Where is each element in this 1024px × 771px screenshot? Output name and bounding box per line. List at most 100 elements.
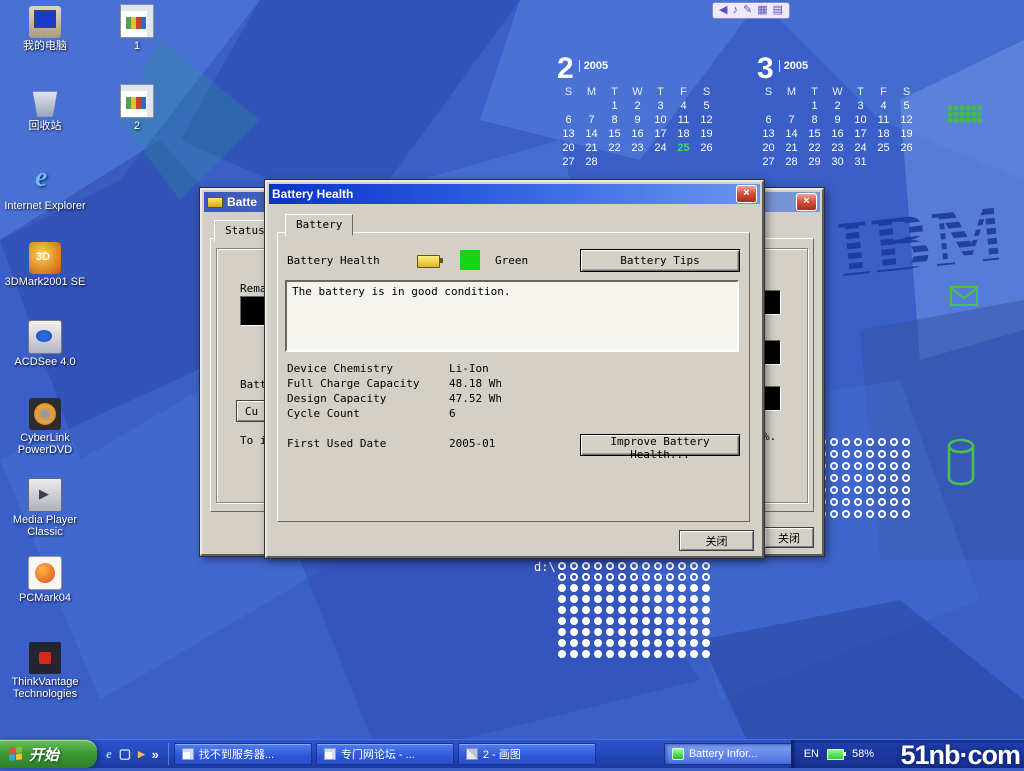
calendar-date: 1	[603, 100, 626, 112]
chevron-more-icon[interactable]: »	[152, 747, 159, 762]
input-arrow-icon[interactable]: ◀	[719, 4, 727, 17]
close-icon[interactable]: ×	[796, 193, 817, 211]
desktop-icon-powerdvd[interactable]: CyberLink PowerDVD	[2, 398, 88, 456]
battery-icon	[417, 255, 440, 268]
task-label: Battery Infor...	[689, 748, 757, 760]
calendar-date	[580, 100, 603, 112]
calendar-date	[626, 156, 649, 168]
panel-icon[interactable]: ▤	[773, 4, 783, 17]
calendar-day-header: T	[849, 86, 872, 98]
calendar-date: 16	[626, 128, 649, 140]
desktop-icon-ie[interactable]: Internet Explorer	[2, 166, 88, 212]
start-button[interactable]: 开始	[0, 740, 97, 768]
pen-icon[interactable]: ✎	[743, 4, 752, 17]
page-icon	[182, 748, 194, 760]
to-text: To i	[240, 434, 267, 447]
calendar-day-header: T	[803, 86, 826, 98]
taskbar-task[interactable]: 专门网论坛 - ...	[316, 743, 454, 765]
calendar-date: 11	[672, 114, 695, 126]
desktop-icon-benchmark[interactable]: 3DMark2001 SE	[2, 242, 88, 288]
taskbar-task[interactable]: 找不到服务器...	[174, 743, 312, 765]
row-label: Full Charge Capacity	[287, 377, 419, 390]
battery-tips-button[interactable]: Battery Tips	[580, 249, 740, 272]
calendar-month-header: 32005	[757, 54, 918, 84]
gauge-segment	[762, 340, 781, 365]
battery-tray-icon[interactable]	[827, 749, 844, 760]
calendar-date: 29	[803, 156, 826, 168]
health-label: Battery Health	[287, 254, 380, 267]
cylinder-deco-icon	[946, 438, 978, 493]
calendar-3-2005: 32005SMTWTFS1234567891011121314151617181…	[757, 54, 918, 168]
calendar-date: 14	[780, 128, 803, 140]
calendar-day-header: W	[626, 86, 649, 98]
calendar-date: 18	[872, 128, 895, 140]
calendar-month-number: 2	[557, 54, 574, 84]
calendar-grid: SMTWTFS123456789101112131415161718192021…	[557, 86, 718, 168]
calendar-day-header: F	[672, 86, 695, 98]
language-bar[interactable]: ◀ ♪ ✎ ▦ ▤	[712, 2, 790, 19]
calendar-year: 2005	[779, 60, 808, 72]
taskbar-task[interactable]: Battery Infor...	[664, 743, 791, 765]
window-title: Batte	[227, 195, 257, 209]
calendar-day-header: F	[872, 86, 895, 98]
thinkvantage-icon	[29, 642, 61, 674]
desktop-icon-label: 3DMark2001 SE	[5, 276, 86, 288]
calendar-date: 3	[649, 100, 672, 112]
media-player-icon[interactable]: ▸	[138, 746, 145, 762]
desktop-file[interactable]: 1	[94, 4, 180, 52]
calendar-date: 19	[895, 128, 918, 140]
dialog-titlebar[interactable]: Battery Health ×	[269, 184, 760, 204]
row-value: 48.18 Wh	[449, 377, 502, 390]
show-desktop-icon[interactable]: ▢	[119, 746, 131, 762]
calendar-date	[672, 156, 695, 168]
row-label: Cycle Count	[287, 407, 360, 420]
watermark: 51nb·com	[900, 740, 1020, 771]
desktop-icon-acdsee[interactable]: ACDSee 4.0	[2, 320, 88, 368]
desktop-icon-label: PCMark04	[19, 592, 71, 604]
start-label: 开始	[29, 744, 59, 765]
calendar-day-header: W	[826, 86, 849, 98]
desktop-icon-mpc[interactable]: Media Player Classic	[2, 478, 88, 538]
calendar-date: 2	[826, 100, 849, 112]
calendar-date	[557, 100, 580, 112]
condition-textbox[interactable]: The battery is in good condition.	[285, 280, 739, 352]
desktop-icon-label: ThinkVantage Technologies	[4, 676, 86, 700]
language-indicator[interactable]: EN	[804, 748, 819, 760]
ie-icon	[29, 166, 61, 198]
calendar-date: 23	[826, 142, 849, 154]
calendar-day-header: S	[557, 86, 580, 98]
sound-icon[interactable]: ♪	[732, 4, 738, 17]
calendar-date: 22	[803, 142, 826, 154]
percent-text: %.	[763, 430, 776, 443]
calendar-date: 7	[780, 114, 803, 126]
current-button[interactable]: Cu	[236, 400, 267, 422]
calendar-date: 4	[672, 100, 695, 112]
close-icon[interactable]: ×	[736, 185, 757, 203]
desktop-file[interactable]: 2	[94, 84, 180, 132]
calendar-date: 18	[672, 128, 695, 140]
calendar-date: 25	[872, 142, 895, 154]
internet-explorer-icon[interactable]: e	[106, 746, 112, 762]
calendar-date	[757, 100, 780, 112]
improve-battery-health-button[interactable]: Improve Battery Health...	[580, 434, 740, 456]
calendar-date: 5	[695, 100, 718, 112]
calendar-date	[695, 156, 718, 168]
desktop-icon-label: 我的电脑	[23, 40, 67, 52]
battery-percent: 58%	[852, 748, 874, 760]
close-button[interactable]: 关闭	[764, 527, 814, 548]
desktop-icon-my-computer[interactable]: 我的电脑	[2, 6, 88, 52]
tab-battery[interactable]: Battery	[285, 214, 353, 236]
soft-keyboard-icon[interactable]: ▦	[757, 4, 767, 17]
desktop-icon-thinkvantage[interactable]: ThinkVantage Technologies	[2, 642, 88, 700]
desktop-icon-recycle-bin[interactable]: 回收站	[2, 86, 88, 132]
calendar-date: 14	[580, 128, 603, 140]
calendar-month-header: 22005	[557, 54, 718, 84]
close-button[interactable]: 关闭	[679, 530, 754, 551]
taskbar-task[interactable]: 2 - 画图	[458, 743, 596, 765]
calendar-date: 9	[626, 114, 649, 126]
task-buttons-area: 找不到服务器...专门网论坛 - ...2 - 画图 Battery Infor.…	[169, 743, 791, 765]
calendar-date: 21	[780, 142, 803, 154]
desktop-icon-pcmark[interactable]: PCMark04	[2, 556, 88, 604]
calendar-date: 6	[757, 114, 780, 126]
envelope-deco-icon	[950, 286, 980, 313]
